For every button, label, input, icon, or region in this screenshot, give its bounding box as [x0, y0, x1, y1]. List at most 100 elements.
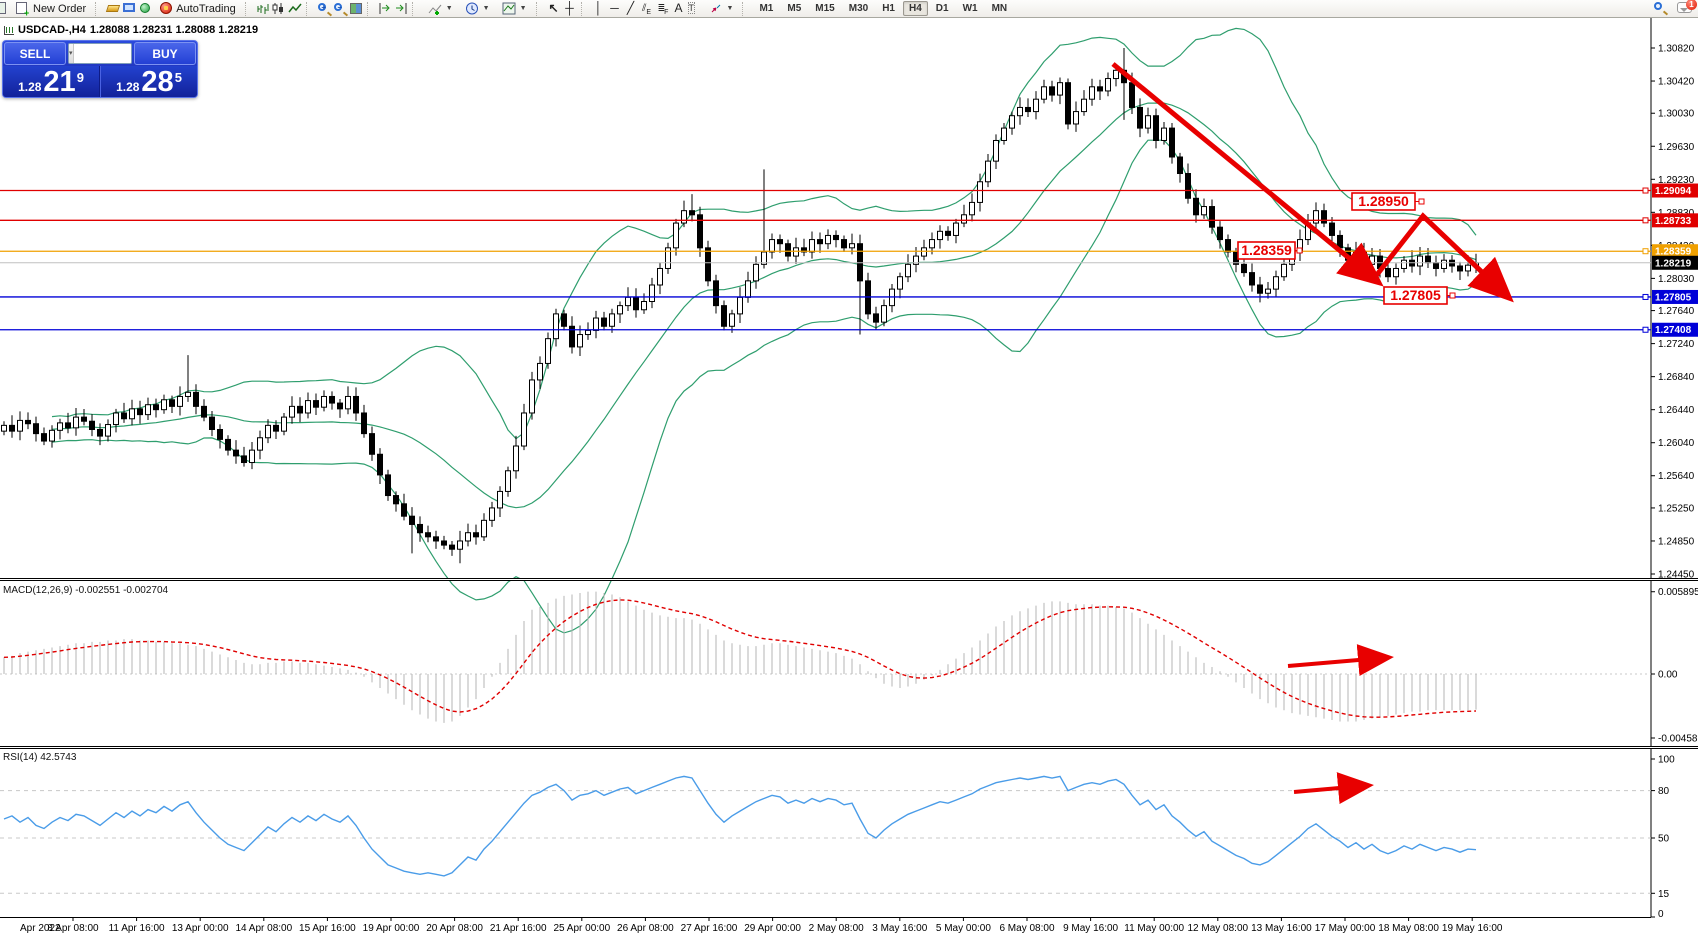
search-icon[interactable]: [1653, 1, 1667, 14]
candle-body: [1106, 79, 1111, 91]
horizontal-line-tool-icon[interactable]: ─: [608, 2, 622, 15]
candle-body: [1002, 128, 1007, 140]
candle-body: [418, 524, 423, 532]
buy-price[interactable]: 1.28 28 5: [100, 66, 197, 98]
price-badge-label: 1.29094: [1655, 186, 1692, 197]
candle-body: [1138, 107, 1143, 128]
new-order-button[interactable]: + New Order: [11, 1, 91, 17]
main-chart-canvas[interactable]: 1.308201.304201.300301.296301.292301.288…: [0, 0, 1698, 937]
candle-body: [514, 446, 519, 471]
crosshair-tool-icon[interactable]: ┼: [563, 2, 577, 15]
candle-body: [1218, 227, 1223, 239]
time-tick-label: 27 Apr 16:00: [681, 923, 738, 934]
indicators-button[interactable]: ▼: [423, 1, 458, 17]
zoom-out-icon[interactable]: −: [333, 2, 347, 15]
price-badge-label: 1.28733: [1655, 216, 1692, 227]
time-tick-label: 11 May 00:00: [1124, 923, 1184, 934]
candle-body: [610, 314, 615, 326]
buy-price-pip: 5: [175, 70, 182, 85]
time-tick-label: 8 Apr 08:00: [47, 923, 99, 934]
candle-body: [458, 541, 463, 549]
candle-body: [994, 140, 999, 161]
timeframe-H4[interactable]: H4: [903, 1, 928, 16]
candle-body: [1162, 128, 1167, 140]
candle-body: [1010, 116, 1015, 128]
label-tool-icon[interactable]: T: [688, 2, 702, 15]
hline-anchor: [1643, 249, 1648, 254]
timeframe-M30[interactable]: M30: [843, 1, 874, 16]
candle-body: [210, 417, 215, 429]
timeframe-M5[interactable]: M5: [781, 1, 807, 16]
candle-body: [602, 318, 607, 326]
text-tool-icon[interactable]: A: [672, 2, 686, 15]
time-tick-label: 3 May 16:00: [872, 923, 927, 934]
candle-body: [1394, 268, 1399, 276]
templates-button[interactable]: ▼: [497, 1, 532, 17]
sell-button[interactable]: SELL: [4, 42, 66, 65]
periods-button[interactable]: ▼: [460, 1, 495, 17]
candle-body: [938, 231, 943, 239]
candle-body: [322, 396, 327, 407]
candle-body: [962, 215, 967, 223]
cursor-tool-icon[interactable]: ↖: [547, 2, 561, 15]
arrows-tool-button[interactable]: ▼: [704, 1, 739, 17]
candle-body: [354, 396, 359, 413]
charts-icon[interactable]: [0, 2, 9, 15]
macd-panel-splitter[interactable]: [0, 578, 1698, 581]
candle-body: [746, 281, 751, 298]
candle-body: [1314, 211, 1319, 223]
timeframe-M15[interactable]: M15: [809, 1, 840, 16]
timeframe-W1[interactable]: W1: [957, 1, 984, 16]
buy-button[interactable]: BUY: [134, 42, 196, 65]
candle-body: [58, 423, 63, 430]
candlestick-chart-icon[interactable]: [272, 2, 286, 15]
time-tick-label: 13 May 16:00: [1251, 923, 1312, 934]
time-tick-label: 19 Apr 00:00: [363, 923, 420, 934]
timeframe-M1[interactable]: M1: [753, 1, 779, 16]
sell-price-prefix: 1.28: [18, 80, 41, 94]
fibonacci-tool-icon[interactable]: ≣F: [656, 2, 670, 15]
rsi-panel-splitter[interactable]: [0, 746, 1698, 749]
candle-body: [1442, 260, 1447, 268]
candle-body: [1418, 256, 1423, 266]
time-tick-label: 25 Apr 00:00: [553, 923, 610, 934]
experts-icon[interactable]: [122, 2, 136, 15]
hline-anchor: [1643, 188, 1648, 193]
auto-scroll-icon[interactable]: [394, 2, 408, 15]
candle-body: [906, 264, 911, 276]
candle-body: [122, 413, 127, 419]
timeframe-D1[interactable]: D1: [930, 1, 955, 16]
chart-shift-icon[interactable]: [378, 2, 392, 15]
sell-price[interactable]: 1.28 21 9: [3, 66, 100, 98]
timeframe-MN[interactable]: MN: [986, 1, 1014, 16]
candle-body: [650, 285, 655, 302]
zoom-in-icon[interactable]: +: [317, 2, 331, 15]
line-chart-icon[interactable]: [288, 2, 302, 15]
tile-windows-icon[interactable]: [349, 2, 363, 15]
candle-body: [1330, 223, 1335, 235]
candle-body: [346, 396, 351, 408]
candle-body: [1114, 70, 1119, 78]
candle-body: [626, 297, 631, 305]
candle-body: [1170, 128, 1175, 157]
candle-body: [114, 413, 119, 425]
volume-input[interactable]: [74, 44, 132, 63]
signals-icon[interactable]: [138, 2, 152, 15]
notifications-icon[interactable]: 1: [1677, 2, 1692, 13]
vertical-line-tool-icon[interactable]: │: [592, 2, 606, 15]
candle-body: [194, 392, 199, 406]
buy-price-big: 28: [141, 68, 173, 97]
autotrading-button[interactable]: AutoTrading: [154, 1, 241, 17]
candle-body: [42, 434, 47, 441]
bar-chart-icon[interactable]: [256, 2, 270, 15]
candle-body: [1074, 112, 1079, 124]
deposit-icon[interactable]: [106, 2, 120, 15]
channel-tool-icon[interactable]: ⫽E: [640, 2, 654, 15]
add-indicator-icon: [428, 2, 442, 15]
candle-body: [706, 248, 711, 281]
time-tick-label: 5 May 00:00: [936, 923, 991, 934]
candle-body: [490, 508, 495, 520]
candle-body: [1226, 240, 1231, 252]
timeframe-H1[interactable]: H1: [876, 1, 901, 16]
trendline-tool-icon[interactable]: ╱: [624, 2, 638, 15]
